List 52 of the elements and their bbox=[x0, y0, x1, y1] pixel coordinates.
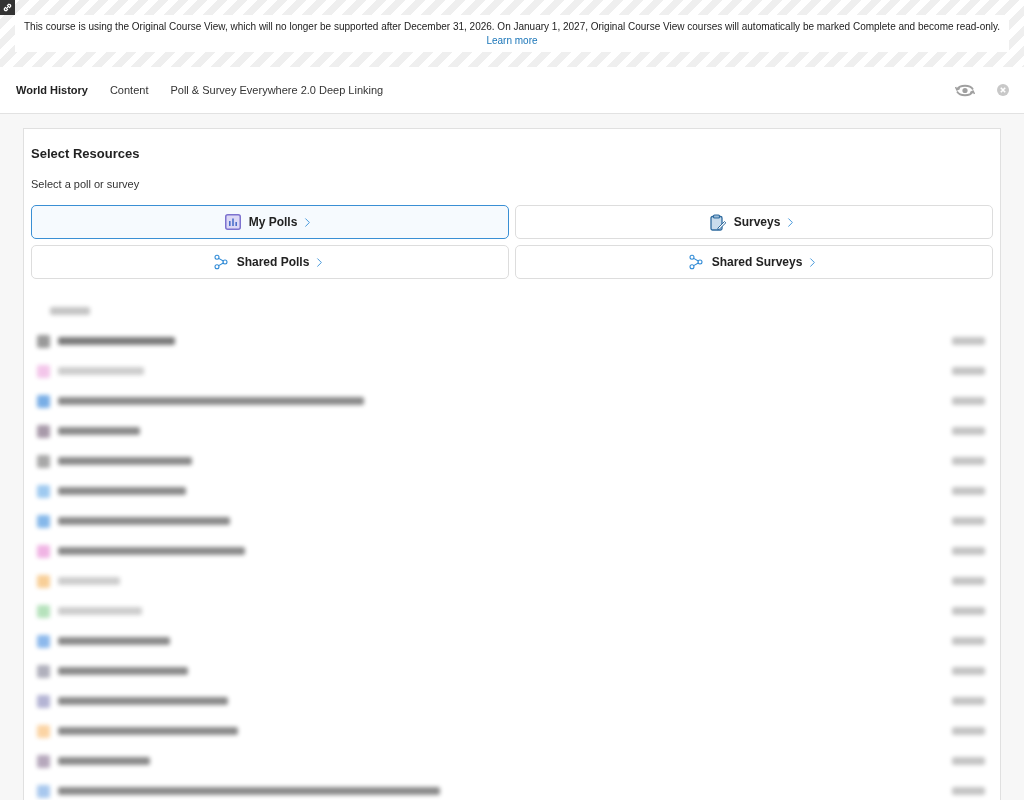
panel-instruction: Select a poll or survey bbox=[31, 177, 141, 191]
blurred-icon bbox=[37, 484, 50, 498]
resource-option-button[interactable]: My Polls bbox=[31, 205, 509, 239]
course-title-link[interactable]: World History bbox=[16, 81, 88, 99]
blurred-icon bbox=[37, 574, 50, 588]
banner-message: This course is using the Original Course View, which will no longer be supported after December 31, 2026. On January 1, 2027, Original Course View courses will automatically be marked Complete and become read-only. bbox=[23, 19, 1001, 34]
resource-option-button[interactable]: Shared Polls bbox=[31, 245, 509, 279]
blurred-text bbox=[952, 397, 985, 405]
blurred-text bbox=[50, 307, 90, 315]
learn-more-link[interactable]: Learn more bbox=[486, 33, 538, 48]
resource-option-button[interactable]: Surveys bbox=[515, 205, 993, 239]
panel-title: Select Resources bbox=[31, 145, 141, 163]
blurred-text bbox=[952, 547, 985, 555]
blurred-icon bbox=[37, 664, 50, 678]
blurred-icon bbox=[37, 424, 50, 438]
blurred-icon bbox=[37, 394, 50, 408]
blurred-icon bbox=[37, 334, 50, 348]
bar-chart-icon bbox=[224, 214, 241, 230]
blurred-text bbox=[952, 697, 985, 705]
blurred-icon bbox=[37, 544, 50, 558]
close-icon[interactable] bbox=[997, 84, 1009, 96]
clipboard-pencil-icon bbox=[709, 213, 726, 231]
blurred-icon bbox=[37, 634, 50, 648]
blurred-text bbox=[952, 427, 985, 435]
breadcrumb-link[interactable]: Poll & Survey Everywhere 2.0 Deep Linking bbox=[170, 81, 384, 99]
blurred-text bbox=[952, 457, 985, 465]
blurred-icon bbox=[37, 724, 50, 738]
link-icon bbox=[0, 0, 15, 15]
blurred-text bbox=[952, 727, 985, 735]
share-icon bbox=[687, 254, 704, 270]
blurred-icon bbox=[37, 364, 50, 378]
blurred-text bbox=[952, 577, 985, 585]
blurred-text bbox=[952, 367, 985, 375]
blurred-icon bbox=[37, 454, 50, 468]
blurred-text bbox=[952, 517, 985, 525]
blurred-text bbox=[952, 757, 985, 765]
blurred-icon bbox=[37, 784, 50, 798]
resource-option-button[interactable]: Shared Surveys bbox=[515, 245, 993, 279]
blurred-text bbox=[952, 607, 985, 615]
share-icon bbox=[212, 254, 229, 270]
blurred-icon bbox=[37, 514, 50, 528]
eye-icon[interactable] bbox=[955, 82, 975, 98]
breadcrumb-link[interactable]: Content bbox=[109, 81, 149, 99]
blurred-text bbox=[952, 637, 985, 645]
blurred-text bbox=[58, 577, 120, 585]
blurred-icon bbox=[37, 604, 50, 618]
blurred-text bbox=[952, 787, 985, 795]
blurred-text bbox=[952, 667, 985, 675]
blurred-icon bbox=[37, 694, 50, 708]
blurred-icon bbox=[37, 754, 50, 768]
blurred-text bbox=[952, 337, 985, 345]
blurred-text bbox=[952, 487, 985, 495]
